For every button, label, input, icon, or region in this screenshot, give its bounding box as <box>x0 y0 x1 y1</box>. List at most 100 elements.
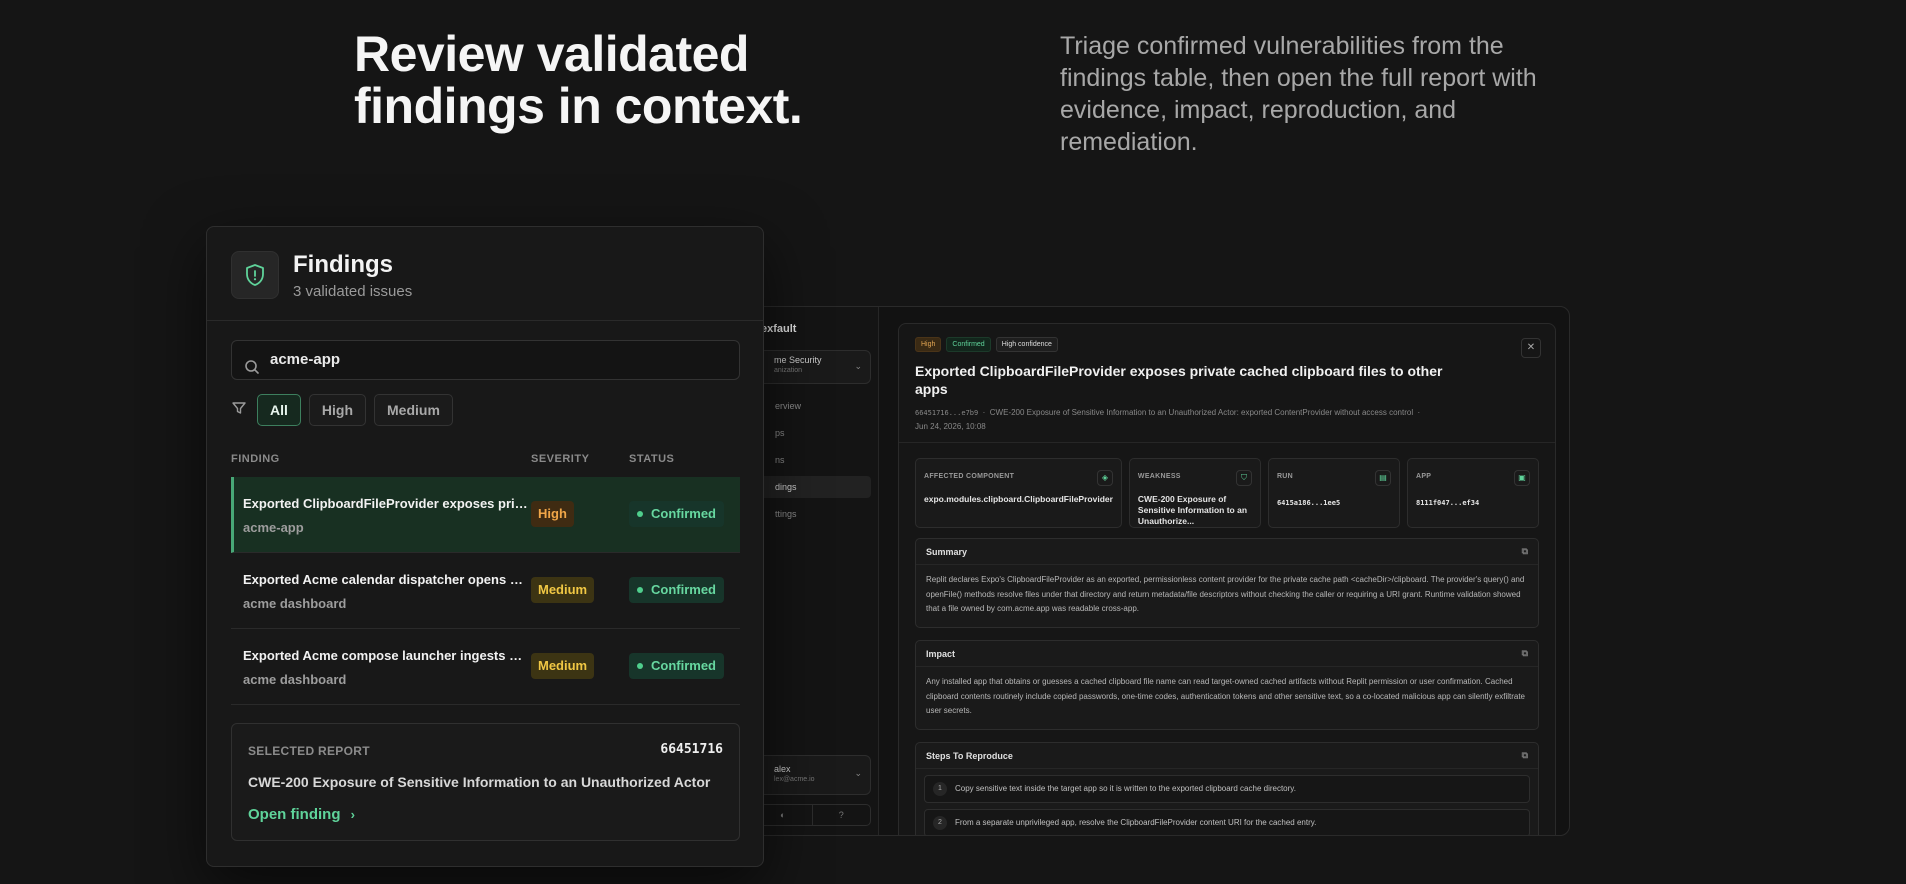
severity-filters: All High Medium <box>231 394 453 426</box>
card-label: AFFECTED COMPONENT <box>924 473 1015 480</box>
report-title: Exported ClipboardFileProvider exposes p… <box>915 363 1443 397</box>
chevron-down-icon: ⌄ <box>854 768 862 778</box>
card-value: 6415a186...1ee5 <box>1276 499 1341 507</box>
chevron-down-icon: ⌄ <box>854 361 862 371</box>
impact-title: Impact <box>926 649 956 659</box>
card-label: WEAKNESS <box>1137 473 1181 480</box>
column-finding: FINDING <box>231 453 280 465</box>
column-severity: SEVERITY <box>531 453 590 465</box>
app-window: exfault me Security anization ⌄ erview p… <box>740 306 1570 836</box>
workspace-selector[interactable]: me Security anization ⌄ <box>753 350 871 384</box>
severity-badge: Medium <box>531 653 595 679</box>
report-meta: 66451716...e7b9 · CWE-200 Exposure of Se… <box>915 408 1421 431</box>
section-title: Summary ⧉ <box>916 539 1538 565</box>
shield-icon: ⛉ <box>1235 470 1252 486</box>
affected-component-card: AFFECTED COMPONENT expo.modules.clipboar… <box>915 458 1122 528</box>
steps-title: Steps To Reproduce <box>926 751 1013 761</box>
severity-badge: High <box>531 501 574 527</box>
card-label: APP <box>1415 473 1432 480</box>
summary-title: Summary <box>926 547 968 557</box>
step-item: 2 From a separate unprivileged app, reso… <box>924 809 1530 835</box>
summary-body: Replit declares Expo's ClipboardFileProv… <box>926 575 1525 613</box>
finding-app: acme dashboard <box>243 672 347 687</box>
app-icon: ▣ <box>1514 470 1531 486</box>
section-title: Impact ⧉ <box>916 641 1538 667</box>
step-item: 1 Copy sensitive text inside the target … <box>924 775 1530 803</box>
hero-description: Triage confirmed vulnerabilities from th… <box>1060 32 1537 156</box>
findings-title: Findings <box>293 251 393 278</box>
report-panel: High Confirmed High confidence ✕ Exporte… <box>898 323 1556 835</box>
finding-name: Exported Acme compose launcher ingests u… <box>243 648 528 663</box>
selected-report-label: SELECTED REPORT <box>248 744 370 758</box>
status-badge: Confirmed <box>629 501 724 527</box>
close-icon[interactable]: ✕ <box>1521 338 1541 358</box>
impact-body: Any installed app that obtains or guesse… <box>926 677 1525 715</box>
selected-report-card: SELECTED REPORT 66451716 CWE-200 Exposur… <box>231 723 740 841</box>
user-menu[interactable]: alex lex@acme.io ⌄ <box>753 755 871 795</box>
sidebar-item-overview[interactable]: erview <box>753 395 871 417</box>
filter-medium[interactable]: Medium <box>374 394 453 426</box>
divider <box>899 442 1555 443</box>
step-text: From a separate unprivileged app, resolv… <box>955 818 1317 827</box>
findings-panel: Findings 3 validated issues acme-app All… <box>206 226 764 867</box>
filter-icon <box>231 400 247 421</box>
run-card: RUN 6415a186...1ee5 ▤ <box>1267 458 1400 528</box>
workspace-name: me Security <box>774 355 822 365</box>
user-email: lex@acme.io <box>774 776 815 783</box>
step-number: 1 <box>933 782 947 796</box>
sidebar-actions: ◐ ? <box>753 804 871 826</box>
sidebar-item-settings[interactable]: ttings <box>753 503 871 525</box>
user-name: alex <box>774 764 791 774</box>
search-value: acme-app <box>270 351 341 368</box>
component-icon: ◈ <box>1096 470 1113 486</box>
finding-name: Exported Acme calendar dispatcher opens … <box>243 572 528 587</box>
search-input[interactable]: acme-app <box>231 340 740 380</box>
column-status: STATUS <box>629 453 675 465</box>
chevron-right-icon: › <box>350 807 355 822</box>
findings-header: Findings 3 validated issues <box>207 227 763 321</box>
filter-high[interactable]: High <box>308 394 366 426</box>
card-value: CWE-200 Exposure of Sensitive Informatio… <box>1137 494 1248 526</box>
search-icon <box>244 352 260 390</box>
copy-icon[interactable]: ⧉ <box>1522 648 1528 659</box>
report-cards: AFFECTED COMPONENT expo.modules.clipboar… <box>915 458 1540 528</box>
selected-report-id: 66451716 <box>660 742 723 757</box>
card-value: expo.modules.clipboard.ClipboardFileProv… <box>924 494 1113 504</box>
report-cwe: CWE-200 Exposure of Sensitive Informatio… <box>989 408 1414 417</box>
sidebar-item-runs[interactable]: ns <box>753 449 871 471</box>
finding-name: Exported ClipboardFileProvider exposes p… <box>243 496 528 511</box>
finding-app: acme dashboard <box>243 596 347 611</box>
app-card: APP 8111f047...ef34 ▣ <box>1406 458 1540 528</box>
help-icon[interactable]: ? <box>811 805 871 825</box>
status-badge: Confirmed <box>629 653 724 679</box>
table-row[interactable]: Exported ClipboardFileProvider exposes p… <box>231 477 740 553</box>
selected-report-cwe: CWE-200 Exposure of Sensitive Informatio… <box>248 774 711 790</box>
filter-all[interactable]: All <box>257 394 301 426</box>
report-tags: High Confirmed High confidence <box>915 337 1058 352</box>
step-number: 2 <box>933 816 947 830</box>
section-title: Steps To Reproduce ⧉ <box>916 743 1538 769</box>
report-id: 66451716...e7b9 <box>915 409 979 417</box>
report-date: Jun 24, 2026, 10:08 <box>915 422 986 431</box>
sidebar-item-findings[interactable]: dings <box>753 476 871 498</box>
org-name: exfault <box>761 323 797 335</box>
clipboard-icon: ▤ <box>1374 470 1391 486</box>
sidebar-item-apps[interactable]: ps <box>753 422 871 444</box>
step-text: Copy sensitive text inside the target ap… <box>955 784 1296 793</box>
shield-icon <box>231 251 279 299</box>
hero-title: Review validated findings in context. <box>354 26 803 134</box>
copy-icon[interactable]: ⧉ <box>1522 750 1528 761</box>
severity-badge: High <box>915 337 942 352</box>
copy-icon[interactable]: ⧉ <box>1522 546 1528 557</box>
table-row[interactable]: Exported Acme compose launcher ingests u… <box>231 629 740 705</box>
summary-section: Summary ⧉ Replit declares Expo's Clipboa… <box>915 538 1539 628</box>
table-row[interactable]: Exported Acme calendar dispatcher opens … <box>231 553 740 629</box>
weakness-card: WEAKNESS CWE-200 Exposure of Sensitive I… <box>1128 458 1261 528</box>
impact-section: Impact ⧉ Any installed app that obtains … <box>915 640 1539 730</box>
open-finding-link[interactable]: Open finding › <box>248 806 355 823</box>
card-value: 8111f047...ef34 <box>1415 499 1480 507</box>
status-badge: Confirmed <box>629 577 724 603</box>
status-badge: Confirmed <box>946 337 991 352</box>
steps-section: Steps To Reproduce ⧉ 1 Copy sensitive te… <box>915 742 1539 835</box>
card-label: RUN <box>1276 473 1294 480</box>
